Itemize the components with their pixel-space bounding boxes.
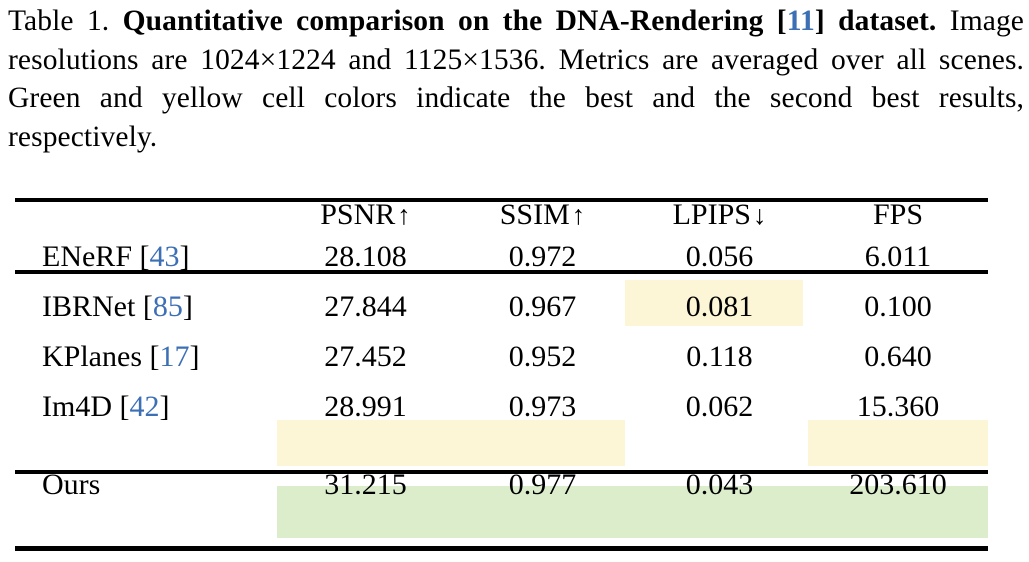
cell-im4d-ssim: 0.973: [508, 390, 577, 423]
cell-ours-lpips: 0.043: [685, 468, 754, 501]
caption-bold-title-2: dataset.: [838, 5, 937, 37]
column-header-fps: FPS: [808, 198, 988, 232]
citation-bracket-close: ]: [814, 5, 825, 37]
cell-ours-psnr: 31.215: [324, 468, 407, 501]
column-header-psnr: PSNR↑: [277, 198, 454, 232]
citation-number[interactable]: 11: [787, 5, 815, 37]
citation-number[interactable]: 85: [153, 290, 183, 323]
cell-enerf-psnr: 28.108: [324, 240, 407, 273]
arrow-up-icon-psnr: ↑: [397, 200, 411, 230]
cell-kplanes-lpips: 0.118: [686, 340, 753, 373]
cell-enerf-lpips: 0.056: [685, 240, 754, 273]
table-rule-bottom: [15, 546, 988, 551]
table-row: KPlanes [17] 27.452 0.952 0.118 0.640: [15, 332, 988, 382]
cell-ibrnet-psnr: 27.844: [324, 290, 407, 323]
column-header-fps-label: FPS: [872, 198, 924, 231]
column-header-lpips: LPIPS↓: [631, 198, 808, 232]
table-header-row: PSNR↑ SSIM↑ LPIPS↓ FPS: [15, 198, 988, 232]
cell-kplanes-ssim: 0.952: [508, 340, 577, 373]
cell-kplanes-fps: 0.640: [864, 340, 932, 373]
cell-kplanes-psnr: 27.452: [324, 340, 407, 373]
citation-bracket-open: [: [149, 340, 160, 373]
results-table: PSNR↑ SSIM↑ LPIPS↓ FPS ENeRF [43] 28.108…: [15, 198, 988, 551]
caption-label: Table 1.: [8, 5, 110, 37]
citation-bracket-close: ]: [189, 340, 200, 373]
row-label-ibrnet: IBRNet [85]: [15, 282, 277, 332]
cell-im4d-psnr: 28.991: [324, 390, 407, 423]
cell-ibrnet-lpips: 0.081: [685, 290, 754, 323]
cell-ibrnet-ssim: 0.967: [508, 290, 577, 323]
row-label-kplanes: KPlanes [17]: [15, 332, 277, 382]
cell-enerf-ssim: 0.972: [508, 240, 577, 273]
arrow-up-icon-ssim: ↑: [571, 200, 586, 230]
table-figure: Table 1. Quantitative comparison on the …: [0, 0, 1029, 562]
table-caption: Table 1. Quantitative comparison on the …: [8, 2, 1024, 156]
spacer-cell: [15, 432, 988, 460]
citation-number[interactable]: 43: [150, 240, 180, 273]
arrow-down-icon-lpips: ↓: [752, 200, 767, 230]
row-label-im4d: Im4D [42]: [15, 382, 277, 432]
cell-ours-ssim: 0.977: [508, 468, 577, 501]
method-name: ENeRF: [42, 240, 132, 273]
citation-number[interactable]: 42: [130, 390, 160, 423]
table-row: Im4D [42] 28.991 0.973 0.062 15.360: [15, 382, 988, 432]
citation-bracket-close: ]: [159, 390, 170, 423]
row-label-ours: Ours: [15, 460, 277, 510]
cell-ours-fps: 203.610: [849, 468, 947, 501]
cell-im4d-fps: 15.360: [856, 390, 940, 423]
citation-bracket-close: ]: [182, 290, 193, 323]
citation-bracket-close: ]: [179, 240, 190, 273]
column-header-ssim-label: SSIM: [499, 198, 570, 231]
method-name: IBRNet: [42, 290, 136, 323]
caption-bold-title: Quantitative comparison on the DNA-Rende…: [122, 5, 764, 37]
citation-bracket-open: [: [119, 390, 130, 423]
caption-citation: [11]: [777, 5, 825, 37]
column-header-lpips-label: LPIPS: [672, 198, 751, 231]
citation-bracket-open: [: [139, 240, 150, 273]
table-row: ENeRF [43] 28.108 0.972 0.056 6.011: [15, 232, 988, 282]
column-header-ssim: SSIM↑: [454, 198, 631, 232]
citation-number[interactable]: 17: [160, 340, 190, 373]
method-name: Ours: [42, 468, 101, 501]
column-header-method: [15, 198, 277, 232]
row-label-enerf: ENeRF [43]: [15, 232, 277, 282]
table-row: IBRNet [85] 27.844 0.967 0.081 0.100: [15, 282, 988, 332]
citation-bracket-open: [: [142, 290, 153, 323]
citation-bracket-open: [: [776, 5, 787, 37]
cell-enerf-fps: 6.011: [864, 240, 932, 273]
column-header-psnr-label: PSNR: [320, 198, 396, 231]
table-mid-spacer: [15, 432, 988, 460]
method-name: KPlanes: [42, 340, 142, 373]
table-row-ours: Ours 31.215 0.977 0.043 203.610: [15, 460, 988, 510]
cell-im4d-lpips: 0.062: [685, 390, 754, 423]
table-grid: PSNR↑ SSIM↑ LPIPS↓ FPS ENeRF [43] 28.108…: [15, 198, 988, 510]
method-name: Im4D: [42, 390, 112, 423]
cell-ibrnet-fps: 0.100: [864, 290, 932, 323]
